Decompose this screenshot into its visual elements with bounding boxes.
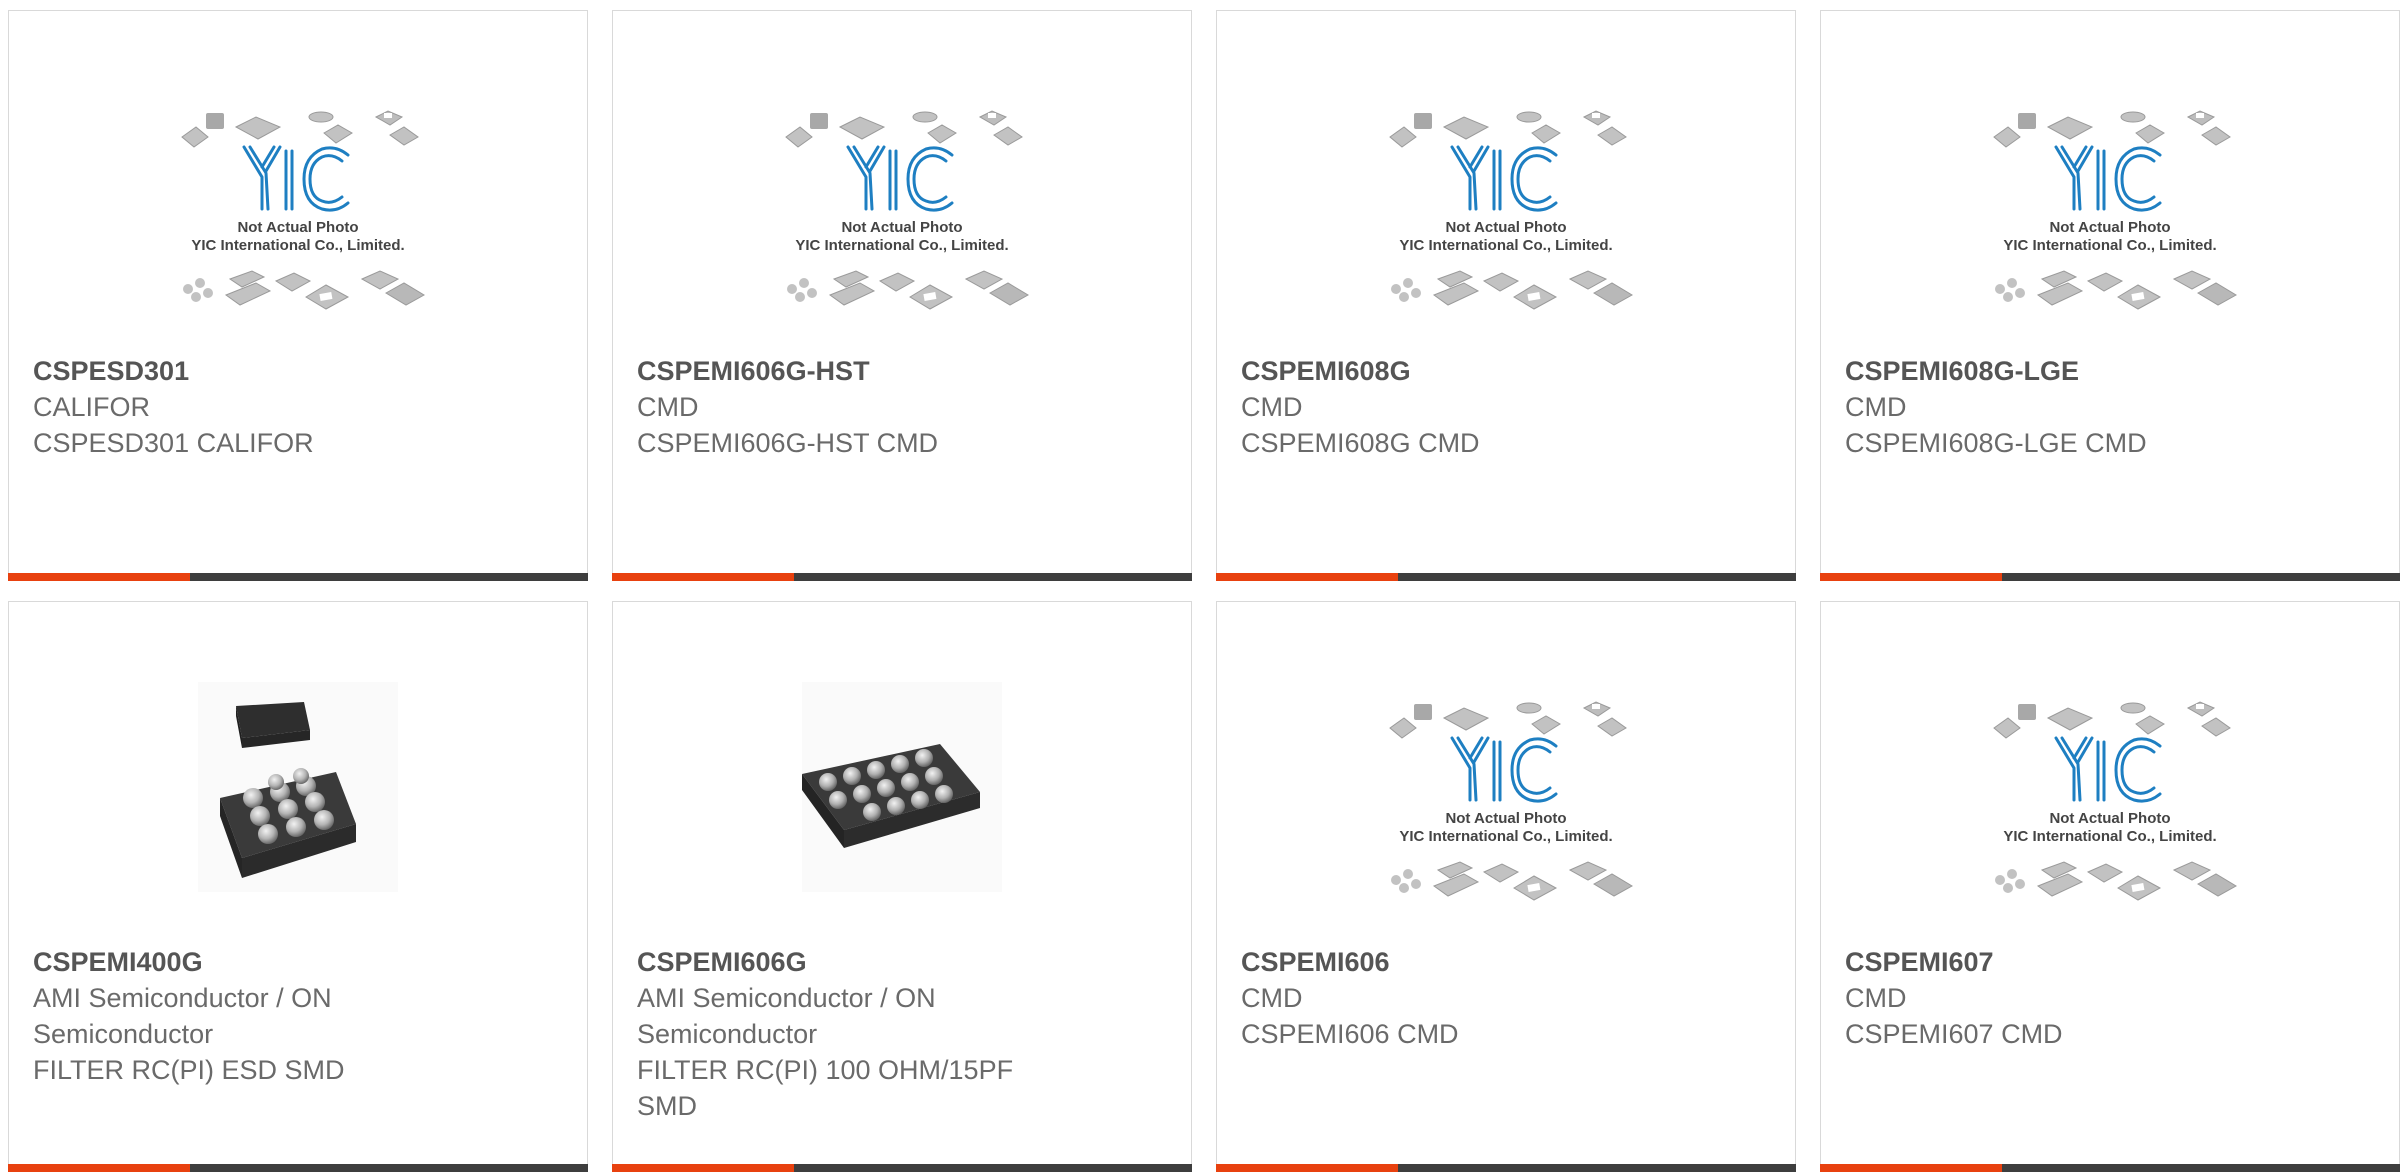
card-accent-bar (8, 573, 588, 581)
product-card[interactable]: CSPEMI400G AMI Semiconductor / ON Semico… (8, 601, 588, 1172)
svg-text:Not Actual Photo: Not Actual Photo (237, 219, 358, 236)
part-number[interactable]: CSPEMI608G-LGE (1845, 353, 2375, 389)
description: FILTER RC(PI) ESD SMD (33, 1055, 345, 1085)
product-card[interactable]: CSPEMI606G AMI Semiconductor / ON Semico… (612, 601, 1192, 1172)
placeholder-image: Not Actual PhotoYIC International Co., L… (1389, 110, 1633, 310)
placeholder-image: Not Actual PhotoYIC International Co., L… (1993, 701, 2237, 901)
manufacturer: CMD (637, 392, 699, 422)
part-number[interactable]: CSPEMI400G (33, 944, 473, 980)
part-number[interactable]: CSPEMI607 (1845, 944, 2375, 980)
svg-text:YIC International Co., Limited: YIC International Co., Limited. (2003, 237, 2216, 254)
placeholder-image: Not Actual PhotoYIC International Co., L… (785, 110, 1029, 310)
svg-text:Not Actual Photo: Not Actual Photo (1445, 810, 1566, 827)
card-accent-bar (1820, 1164, 2400, 1172)
product-card[interactable]: Not Actual Photo YIC International Co., L… (1820, 10, 2400, 581)
part-number[interactable]: CSPEMI606 (1241, 944, 1771, 980)
product-image[interactable] (613, 682, 1191, 932)
manufacturer: CMD (1241, 392, 1303, 422)
product-card[interactable]: Not Actual Photo YIC International Co., L… (8, 10, 588, 581)
card-accent-bar (1820, 573, 2400, 581)
product-image[interactable]: Not Actual Photo YIC International Co., L… (1821, 91, 2399, 341)
card-accent-bar (612, 573, 1192, 581)
product-card[interactable]: Not Actual Photo YIC International Co., L… (1216, 601, 1796, 1172)
svg-text:YIC International Co., Limited: YIC International Co., Limited. (191, 237, 404, 254)
manufacturer: CMD (1845, 392, 1907, 422)
svg-text:YIC International Co., Limited: YIC International Co., Limited. (2003, 828, 2216, 845)
bga-chip-image (198, 682, 398, 892)
product-image[interactable]: Not Actual Photo YIC International Co., L… (613, 91, 1191, 341)
description: CSPEMI606 CMD (1241, 1019, 1459, 1049)
manufacturer: CMD (1845, 983, 1907, 1013)
product-card[interactable]: Not Actual Photo YIC International Co., L… (612, 10, 1192, 581)
description: CSPEMI608G-LGE CMD (1845, 428, 2147, 458)
card-accent-bar (1216, 1164, 1796, 1172)
part-number[interactable]: CSPESD301 (33, 353, 563, 389)
svg-text:YIC International Co., Limited: YIC International Co., Limited. (795, 237, 1008, 254)
placeholder-image: Not Actual PhotoYIC International Co., L… (1993, 110, 2237, 310)
description: FILTER RC(PI) 100 OHM/15PF SMD (637, 1055, 1014, 1121)
description: CSPEMI607 CMD (1845, 1019, 2063, 1049)
svg-text:YIC International Co., Limited: YIC International Co., Limited. (1399, 237, 1612, 254)
bga-chip-image (802, 682, 1002, 892)
placeholder-image: Not Actual PhotoYIC International Co., L… (181, 110, 425, 310)
product-grid: Not Actual Photo YIC International Co., L… (8, 10, 2400, 1172)
card-accent-bar (1216, 573, 1796, 581)
product-image[interactable]: Not Actual Photo YIC International Co., L… (1217, 91, 1795, 341)
part-number[interactable]: CSPEMI606G-HST (637, 353, 1167, 389)
description: CSPEMI608G CMD (1241, 428, 1480, 458)
product-image[interactable]: Not Actual Photo YIC International Co., L… (1217, 682, 1795, 932)
manufacturer: AMI Semiconductor / ON Semiconductor (33, 983, 332, 1049)
description: CSPESD301 CALIFOR (33, 428, 314, 458)
card-accent-bar (612, 1164, 1192, 1172)
description: CSPEMI606G-HST CMD (637, 428, 939, 458)
part-number[interactable]: CSPEMI608G (1241, 353, 1771, 389)
product-image[interactable] (9, 682, 587, 932)
svg-text:Not Actual Photo: Not Actual Photo (2049, 810, 2170, 827)
svg-text:Not Actual Photo: Not Actual Photo (1445, 219, 1566, 236)
placeholder-image: Not Actual PhotoYIC International Co., L… (1389, 701, 1633, 901)
product-card[interactable]: Not Actual Photo YIC International Co., L… (1820, 601, 2400, 1172)
product-image[interactable]: Not Actual Photo YIC International Co., L… (1821, 682, 2399, 932)
svg-text:YIC International Co., Limited: YIC International Co., Limited. (1399, 828, 1612, 845)
manufacturer: AMI Semiconductor / ON Semiconductor (637, 983, 936, 1049)
manufacturer: CALIFOR (33, 392, 151, 422)
product-card[interactable]: Not Actual Photo YIC International Co., L… (1216, 10, 1796, 581)
svg-text:Not Actual Photo: Not Actual Photo (841, 219, 962, 236)
svg-text:Not Actual Photo: Not Actual Photo (2049, 219, 2170, 236)
product-image[interactable]: Not Actual Photo YIC International Co., L… (9, 91, 587, 341)
manufacturer: CMD (1241, 983, 1303, 1013)
card-accent-bar (8, 1164, 588, 1172)
part-number[interactable]: CSPEMI606G (637, 944, 1077, 980)
